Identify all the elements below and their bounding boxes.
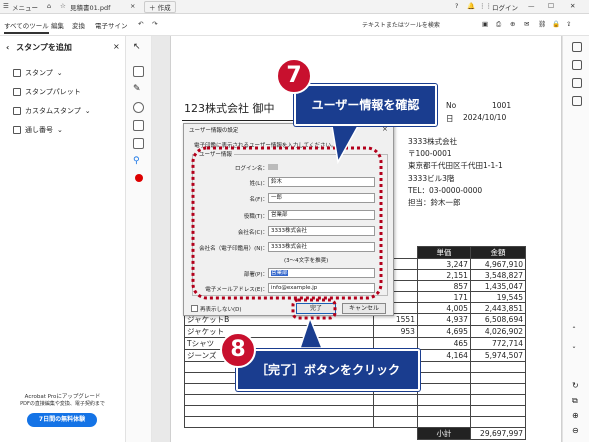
step8-badge: 8 xyxy=(220,332,256,368)
callout-pointer-7 xyxy=(331,125,360,165)
step7-badge: 7 xyxy=(276,58,312,94)
step7-callout: ユーザー情報を確認 xyxy=(294,84,437,126)
complete-button-highlight xyxy=(291,298,337,320)
callout-pointer-8 xyxy=(298,315,324,349)
step8-callout: ［完了］ボタンをクリック xyxy=(236,349,420,391)
user-info-highlight xyxy=(191,146,383,300)
